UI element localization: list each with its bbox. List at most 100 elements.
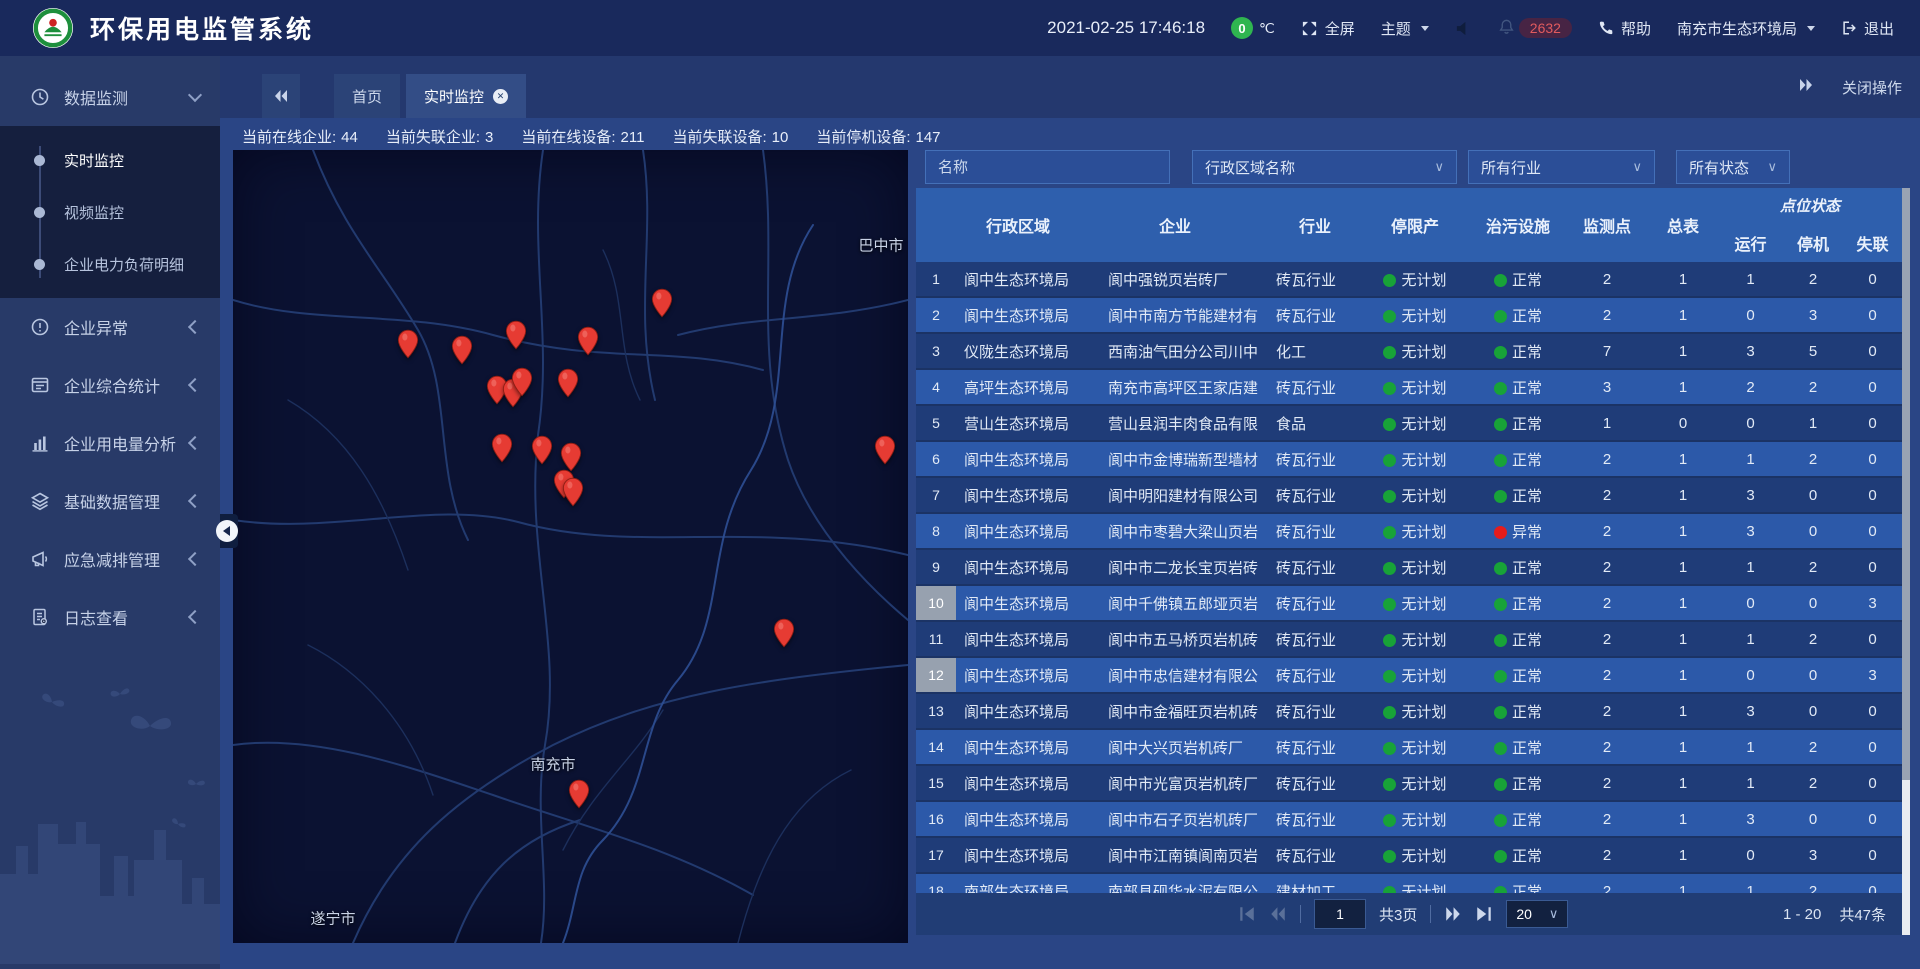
map-pin-icon[interactable] bbox=[651, 288, 673, 318]
table-row[interactable]: 12阆中生态环境局阆中市忠信建材有限公砖瓦行业无计划正常21003 bbox=[916, 658, 1902, 694]
company-cell: 阆中市金博瑞新型墙材 bbox=[1080, 449, 1270, 470]
horn-icon bbox=[30, 549, 50, 569]
industry-cell: 砖瓦行业 bbox=[1270, 377, 1360, 398]
table-row[interactable]: 1阆中生态环境局阆中强锐页岩砖厂砖瓦行业无计划正常21120 bbox=[916, 262, 1902, 298]
status-dot-green bbox=[1494, 346, 1507, 359]
table-row[interactable]: 9阆中生态环境局阆中市二龙长宝页岩砖砖瓦行业无计划正常21120 bbox=[916, 550, 1902, 586]
organization-dropdown[interactable]: 南充市生态环境局 bbox=[1677, 18, 1815, 39]
sidebar-item-data-monitoring[interactable]: 数据监测 bbox=[0, 68, 220, 126]
map-pin-icon[interactable] bbox=[874, 435, 896, 465]
map-pin-icon[interactable] bbox=[773, 618, 795, 648]
tabs-scroll-left-button[interactable] bbox=[262, 74, 300, 118]
map-pin-icon[interactable] bbox=[397, 329, 419, 359]
sidebar-subitem-power-load-detail[interactable]: 企业电力负荷明细 bbox=[0, 238, 220, 290]
table-row[interactable]: 11阆中生态环境局阆中市五马桥页岩机砖砖瓦行业无计划正常21120 bbox=[916, 622, 1902, 658]
table-scrollbar[interactable] bbox=[1902, 188, 1910, 935]
lost-count: 0 bbox=[1843, 847, 1902, 864]
close-operations-button[interactable]: 关闭操作 bbox=[1842, 77, 1902, 98]
map-pin-icon[interactable] bbox=[557, 368, 579, 398]
points-count: 3 bbox=[1566, 379, 1648, 396]
stop-count: 0 bbox=[1783, 667, 1843, 684]
name-filter-input[interactable] bbox=[925, 150, 1170, 184]
stat-value: 211 bbox=[621, 129, 645, 146]
sidebar-item-company-statistics[interactable]: 企业综合统计 bbox=[0, 356, 220, 414]
map-pin-icon[interactable] bbox=[451, 335, 473, 365]
region-filter-dropdown[interactable]: 行政区域名称 bbox=[1192, 150, 1457, 184]
logout-button[interactable]: 退出 bbox=[1841, 18, 1894, 39]
theme-dropdown[interactable]: 主题 bbox=[1381, 18, 1429, 39]
temperature-value: 0 bbox=[1231, 17, 1253, 39]
table-row[interactable]: 2阆中生态环境局阆中市南方节能建材有砖瓦行业无计划正常21030 bbox=[916, 298, 1902, 334]
company-cell: 阆中市江南镇阆南页岩 bbox=[1080, 845, 1270, 866]
table-row[interactable]: 3仪陇生态环境局西南油气田分公司川中化工无计划正常71350 bbox=[916, 334, 1902, 370]
prev-page-button[interactable] bbox=[1269, 906, 1287, 922]
table-row[interactable]: 16阆中生态环境局阆中市石子页岩机砖厂砖瓦行业无计划正常21300 bbox=[916, 802, 1902, 838]
stop-count: 5 bbox=[1783, 343, 1843, 360]
map-city-label: 南充市 bbox=[530, 754, 575, 775]
plan-status-cell: 无计划 bbox=[1360, 413, 1470, 434]
map-pin-icon[interactable] bbox=[568, 779, 590, 809]
logout-icon bbox=[1841, 20, 1857, 36]
company-cell: 阆中市光富页岩机砖厂 bbox=[1080, 773, 1270, 794]
table-row[interactable]: 7阆中生态环境局阆中明阳建材有限公司砖瓦行业无计划正常21300 bbox=[916, 478, 1902, 514]
lost-count: 0 bbox=[1843, 307, 1902, 324]
region-cell: 阆中生态环境局 bbox=[956, 629, 1080, 650]
table-row[interactable]: 15阆中生态环境局阆中市光富页岩机砖厂砖瓦行业无计划正常21120 bbox=[916, 766, 1902, 802]
notifications-button[interactable]: 2632 bbox=[1498, 18, 1572, 39]
sidebar-item-company-abnormal[interactable]: 企业异常 bbox=[0, 298, 220, 356]
sidebar-item-base-data-management[interactable]: 基础数据管理 bbox=[0, 472, 220, 530]
sidebar-subitem-realtime-monitoring[interactable]: 实时监控 bbox=[0, 134, 220, 186]
map-pin-icon[interactable] bbox=[577, 326, 599, 356]
status-filter-dropdown[interactable]: 所有状态 bbox=[1676, 150, 1790, 184]
help-button[interactable]: 帮助 bbox=[1598, 18, 1651, 39]
plan-status-cell: 无计划 bbox=[1360, 557, 1470, 578]
close-tab-icon[interactable] bbox=[493, 89, 508, 104]
next-page-button[interactable] bbox=[1444, 906, 1462, 922]
page-number-input[interactable] bbox=[1314, 899, 1366, 929]
table-row[interactable]: 10阆中生态环境局阆中千佛镇五郎垭页岩砖瓦行业无计划正常21003 bbox=[916, 586, 1902, 622]
table-row[interactable]: 8阆中生态环境局阆中市枣碧大梁山页岩砖瓦行业无计划异常21300 bbox=[916, 514, 1902, 550]
run-count: 1 bbox=[1718, 451, 1783, 468]
company-cell: 阆中市金福旺页岩机砖 bbox=[1080, 701, 1270, 722]
table-row[interactable]: 5营山生态环境局营山县润丰肉食品有限食品无计划正常10010 bbox=[916, 406, 1902, 442]
map-pin-icon[interactable] bbox=[562, 477, 584, 507]
table-row[interactable]: 4高坪生态环境局南充市高坪区王家店建砖瓦行业无计划正常31220 bbox=[916, 370, 1902, 406]
table-row[interactable]: 18南部生态环境局南部县砚华水泥有限公建材加工无计划正常21120 bbox=[916, 874, 1902, 893]
table-row[interactable]: 14阆中生态环境局阆中大兴页岩机砖厂砖瓦行业无计划正常21120 bbox=[916, 730, 1902, 766]
map-pin-icon[interactable] bbox=[511, 367, 533, 397]
industry-cell: 砖瓦行业 bbox=[1270, 449, 1360, 470]
table-row[interactable]: 6阆中生态环境局阆中市金博瑞新型墙材砖瓦行业无计划正常21120 bbox=[916, 442, 1902, 478]
sidebar-subitem-video-monitoring[interactable]: 视频监控 bbox=[0, 186, 220, 238]
table-row[interactable]: 13阆中生态环境局阆中市金福旺页岩机砖砖瓦行业无计划正常21300 bbox=[916, 694, 1902, 730]
stop-count: 0 bbox=[1783, 523, 1843, 540]
scrollbar-thumb[interactable] bbox=[1902, 188, 1910, 780]
stop-count: 2 bbox=[1783, 631, 1843, 648]
page-size-select[interactable]: 20 bbox=[1506, 900, 1568, 928]
map-pin-icon[interactable] bbox=[491, 433, 513, 463]
col-stop: 停机 bbox=[1783, 231, 1843, 255]
map-pin-icon[interactable] bbox=[505, 320, 527, 350]
sidebar-collapse-button[interactable] bbox=[220, 514, 238, 548]
sidebar-item-power-usage-analysis[interactable]: 企业用电量分析 bbox=[0, 414, 220, 472]
sidebar-item-emergency-reduction[interactable]: 应急减排管理 bbox=[0, 530, 220, 588]
table-row[interactable]: 17阆中生态环境局阆中市江南镇阆南页岩砖瓦行业无计划正常21030 bbox=[916, 838, 1902, 874]
speaker-mute-icon[interactable] bbox=[1455, 20, 1472, 37]
company-cell: 阆中市二龙长宝页岩砖 bbox=[1080, 557, 1270, 578]
plan-status-cell: 无计划 bbox=[1360, 809, 1470, 830]
tabs-scroll-right-button[interactable] bbox=[1798, 78, 1814, 97]
stat-value: 147 bbox=[916, 129, 941, 146]
fullscreen-button[interactable]: 全屏 bbox=[1301, 18, 1355, 39]
industry-cell: 砖瓦行业 bbox=[1270, 485, 1360, 506]
tab-realtime-monitoring[interactable]: 实时监控 bbox=[406, 74, 526, 118]
map-panel[interactable]: 巴中市南充市遂宁市 bbox=[233, 150, 908, 943]
industry-filter-dropdown[interactable]: 所有行业 bbox=[1468, 150, 1655, 184]
sidebar-item-log-view[interactable]: 日志查看 bbox=[0, 588, 220, 646]
map-pin-icon[interactable] bbox=[560, 442, 582, 472]
first-page-button[interactable] bbox=[1238, 906, 1256, 922]
industry-cell: 砖瓦行业 bbox=[1270, 521, 1360, 542]
status-dot-green bbox=[1383, 742, 1396, 755]
last-page-button[interactable] bbox=[1475, 906, 1493, 922]
map-pin-icon[interactable] bbox=[531, 435, 553, 465]
tab-home[interactable]: 首页 bbox=[334, 74, 400, 118]
chevron-left-icon bbox=[188, 436, 202, 450]
